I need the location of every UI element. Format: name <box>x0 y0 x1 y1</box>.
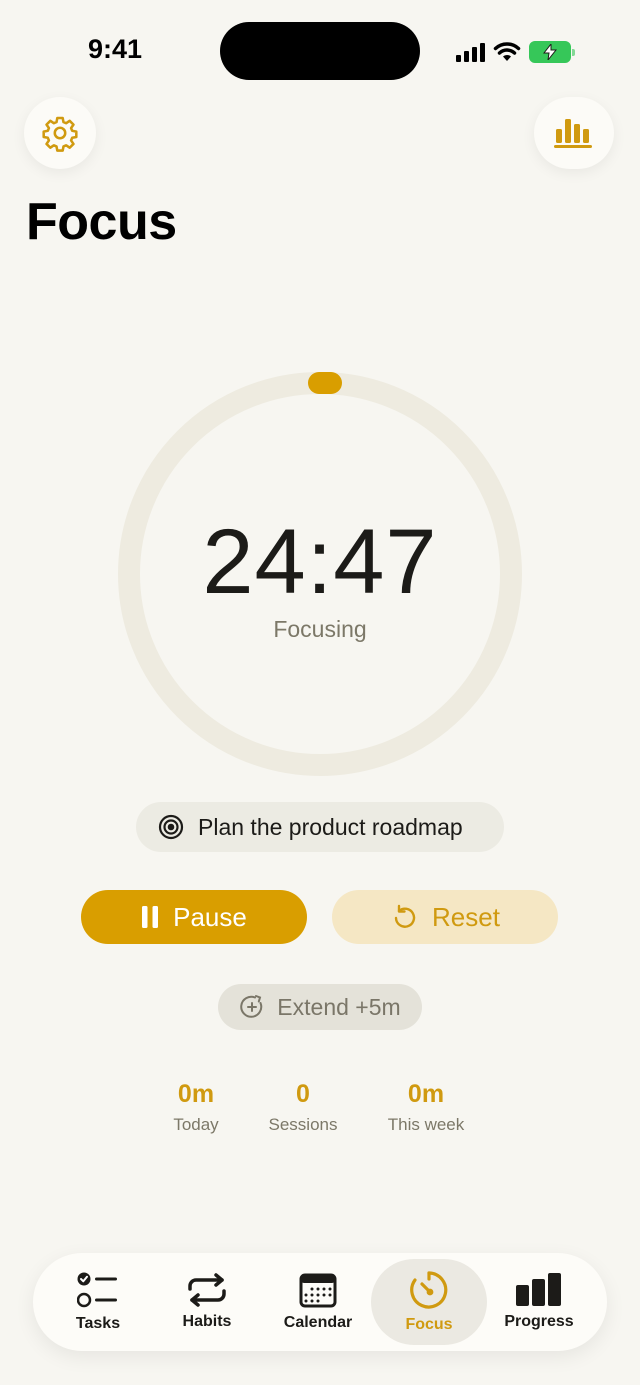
current-task-pill[interactable]: Plan the product roadmap <box>136 802 504 852</box>
status-time: 9:41 <box>88 34 143 64</box>
stat-sessions: 0 Sessions <box>243 1080 363 1135</box>
repeat-icon <box>188 1273 226 1307</box>
status-icons <box>456 38 575 66</box>
tab-label: Habits <box>182 1313 232 1330</box>
extend-label: Extend +5m <box>277 993 401 1020</box>
stat-label: This week <box>387 1115 465 1134</box>
timer-value: 24:47 <box>202 511 438 613</box>
tasks-icon <box>77 1272 117 1308</box>
cellular-signal-icon <box>456 42 485 62</box>
reset-label: Reset <box>432 901 500 932</box>
bar-chart-icon <box>554 119 592 148</box>
extend-timer-icon <box>240 995 263 1018</box>
tab-label: Calendar <box>283 1314 353 1331</box>
gear-icon <box>42 116 78 152</box>
tab-label: Tasks <box>75 1315 121 1332</box>
target-icon <box>158 814 184 840</box>
timer-progress-indicator <box>308 372 342 394</box>
statistics-button[interactable] <box>534 97 614 169</box>
calendar-icon <box>299 1273 337 1308</box>
tab-focus[interactable]: Focus <box>371 1259 487 1345</box>
pause-icon <box>142 906 159 928</box>
timer-icon <box>410 1271 448 1309</box>
battery-icon <box>529 41 575 63</box>
tab-label: Focus <box>405 1316 453 1333</box>
stat-label: Today <box>173 1115 219 1134</box>
stat-this-week: 0m This week <box>366 1080 486 1135</box>
tab-calendar[interactable]: Calendar <box>262 1253 374 1351</box>
stat-today: 0m Today <box>136 1080 256 1135</box>
tab-habits[interactable]: Habits <box>151 1253 263 1351</box>
reset-icon <box>394 904 416 928</box>
stat-value: 0m <box>407 1080 445 1108</box>
tab-progress[interactable]: Progress <box>483 1253 595 1351</box>
tab-bar: Tasks Habits Calendar Focus Progress <box>33 1253 607 1351</box>
charging-bolt-icon <box>543 44 557 60</box>
tab-label: Progress <box>504 1313 574 1330</box>
settings-button[interactable] <box>24 97 96 169</box>
stat-label: Sessions <box>268 1115 338 1134</box>
page-title: Focus <box>26 193 177 251</box>
wifi-icon <box>493 42 521 61</box>
pause-label: Pause <box>173 901 247 932</box>
dynamic-island <box>220 22 420 80</box>
extend-button[interactable]: Extend +5m <box>218 984 422 1030</box>
tab-tasks[interactable]: Tasks <box>42 1253 154 1351</box>
status-bar: 9:41 <box>0 0 640 100</box>
stat-value: 0m <box>177 1080 215 1108</box>
timer-status: Focusing <box>273 616 367 642</box>
current-task-label: Plan the product roadmap <box>198 813 463 840</box>
stat-value: 0 <box>296 1080 310 1108</box>
bar-chart-icon <box>516 1273 561 1306</box>
reset-button[interactable]: Reset <box>332 890 558 944</box>
pause-button[interactable]: Pause <box>81 890 307 944</box>
focus-timer: 24:47 Focusing <box>118 372 522 776</box>
